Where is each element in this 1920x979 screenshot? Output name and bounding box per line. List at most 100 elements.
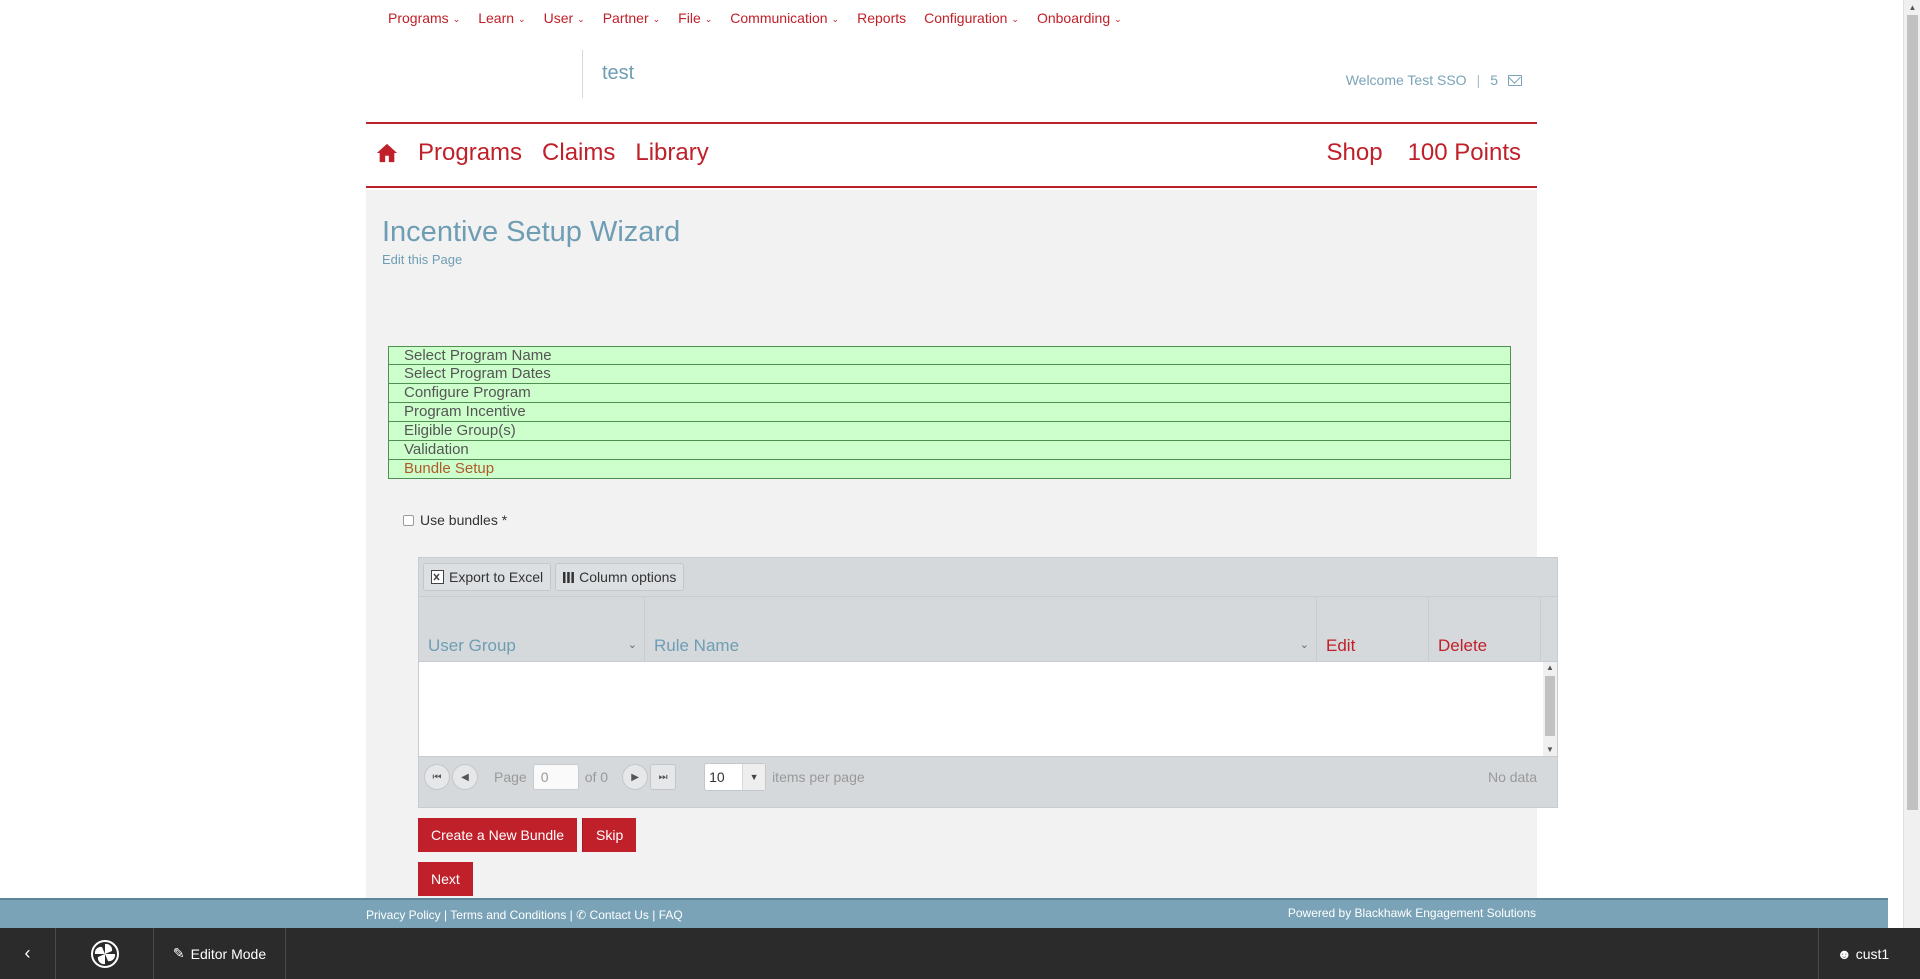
wizard-step-validation[interactable]: Validation (388, 441, 1511, 460)
phone-icon: ✆ (576, 908, 587, 922)
admin-menu-learn[interactable]: Learn ⌄ (478, 10, 525, 26)
admin-menu-label: Reports (857, 10, 907, 26)
page-scrollbar[interactable]: ▲ (1903, 0, 1920, 928)
use-bundles-checkbox[interactable] (403, 514, 414, 526)
create-bundle-button[interactable]: Create a New Bundle (418, 818, 578, 852)
admin-menu-label: Configuration (924, 10, 1008, 26)
chevron-down-icon: ⌄ (1011, 13, 1019, 24)
scroll-thumb[interactable] (1545, 676, 1555, 736)
admin-menu-programs[interactable]: Programs ⌄ (388, 10, 460, 26)
items-per-page-label: items per page (772, 769, 865, 785)
nav-library[interactable]: Library (635, 139, 708, 167)
logo-button[interactable] (56, 928, 154, 979)
scroll-up-icon[interactable]: ▲ (1904, 0, 1920, 15)
wizard-steps: Select Program Name Select Program Dates… (388, 346, 1511, 479)
export-excel-label: Export to Excel (449, 569, 544, 585)
admin-menu-label: Learn (478, 10, 515, 26)
editor-mode-button[interactable]: ✎ Editor Mode (154, 928, 286, 979)
scroll-down-icon[interactable]: ▼ (1543, 744, 1557, 756)
chevron-down-icon: ⌄ (652, 13, 661, 24)
admin-menu-communication[interactable]: Communication ⌄ (730, 10, 839, 26)
nav-programs[interactable]: Programs (418, 139, 522, 167)
site-name[interactable]: test (602, 62, 634, 85)
admin-menu-partner[interactable]: Partner ⌄ (603, 10, 660, 26)
welcome-area: Welcome Test SSO | 5 (1346, 72, 1522, 88)
first-page-icon[interactable]: ⏮ (424, 764, 450, 790)
page-label: Page (494, 769, 527, 785)
prev-page-icon[interactable]: ◀ (452, 764, 478, 790)
welcome-text[interactable]: Welcome Test SSO (1346, 72, 1467, 88)
envelope-icon[interactable] (1508, 74, 1522, 86)
user-menu[interactable]: ☻ cust1 (1818, 928, 1890, 979)
grid-body: ▲ ▼ (419, 662, 1557, 757)
page-total: of 0 (584, 769, 609, 785)
admin-menu-label: Programs (388, 10, 449, 26)
chevron-down-icon: ▼ (742, 764, 766, 790)
edit-page-link[interactable]: Edit this Page (382, 252, 462, 267)
terms-link[interactable]: Terms and Conditions (450, 908, 566, 922)
admin-menu-label: File (678, 10, 701, 26)
page-number-input[interactable]: 0 (532, 764, 579, 790)
admin-menu-label: Communication (730, 10, 828, 26)
pinwheel-icon (90, 939, 119, 968)
column-menu-icon[interactable]: ⌄ (1300, 638, 1309, 651)
privacy-link[interactable]: Privacy Policy (366, 908, 441, 922)
wizard-step-configure-program[interactable]: Configure Program (388, 384, 1511, 403)
wizard-step-program-incentive[interactable]: Program Incentive (388, 403, 1511, 422)
nav-claims[interactable]: Claims (542, 139, 615, 167)
header-divider (582, 50, 583, 98)
column-header-user-group[interactable]: User Group ⌄ (419, 597, 645, 661)
wizard-step-program-dates[interactable]: Select Program Dates (388, 365, 1511, 384)
user-name: cust1 (1855, 945, 1890, 962)
contact-link[interactable]: Contact Us (590, 908, 649, 922)
export-excel-button[interactable]: Export to Excel (423, 563, 552, 591)
wizard-step-bundle-setup[interactable]: Bundle Setup (388, 460, 1511, 479)
grid-header: User Group ⌄ Rule Name ⌄ Edit Delete (419, 597, 1557, 662)
admin-menu-user[interactable]: User ⌄ (544, 10, 585, 26)
bottom-bar: ‹ ✎ Editor Mode ☻ cust1 (0, 928, 1920, 979)
grid-pager: ⏮ ◀ Page 0 of 0 ▶ ⏭ 10 ▼ items per page … (419, 757, 1557, 797)
scroll-up-icon[interactable]: ▲ (1543, 662, 1557, 674)
column-options-button[interactable]: Column options (555, 563, 685, 591)
faq-link[interactable]: FAQ (659, 908, 683, 922)
admin-menu-label: User (543, 10, 574, 26)
column-header-edit: Edit (1317, 597, 1429, 661)
use-bundles-label: Use bundles * (420, 512, 508, 528)
excel-icon (431, 570, 444, 584)
footer: Privacy Policy | Terms and Conditions | … (0, 898, 1888, 928)
pager-status: No data (1487, 769, 1537, 785)
wizard-step-program-name[interactable]: Select Program Name (388, 346, 1511, 365)
collapse-button[interactable]: ‹ (0, 928, 56, 979)
chevron-down-icon: ⌄ (577, 13, 585, 24)
column-label[interactable]: Rule Name (654, 636, 739, 656)
last-page-icon[interactable]: ⏭ (650, 764, 677, 790)
footer-links: Privacy Policy | Terms and Conditions | … (366, 908, 683, 922)
chevron-down-icon: ⌄ (518, 13, 526, 24)
next-page-icon[interactable]: ▶ (622, 764, 649, 790)
admin-menu-label: Partner (602, 10, 649, 26)
chevron-down-icon: ⌄ (704, 13, 713, 24)
content-area: Incentive Setup Wizard Edit this Page Se… (366, 190, 1558, 898)
skip-button[interactable]: Skip (582, 818, 637, 852)
page-size-select[interactable]: 10 ▼ (704, 763, 767, 791)
main-nav: Programs Claims Library Shop 100 Points (366, 122, 1537, 188)
use-bundles-row: Use bundles * (403, 512, 507, 528)
column-label[interactable]: User Group (428, 636, 516, 656)
column-menu-icon[interactable]: ⌄ (628, 638, 637, 651)
admin-menu-reports[interactable]: Reports (857, 10, 906, 26)
user-icon: ☻ (1837, 945, 1852, 962)
admin-menu-configuration[interactable]: Configuration ⌄ (924, 10, 1019, 26)
home-icon[interactable] (376, 142, 398, 164)
message-count[interactable]: 5 (1490, 72, 1498, 88)
wizard-step-eligible-groups[interactable]: Eligible Group(s) (388, 422, 1511, 441)
admin-menu-file[interactable]: File ⌄ (678, 10, 712, 26)
admin-menu-label: Onboarding (1036, 10, 1111, 26)
page-title: Incentive Setup Wizard (382, 216, 681, 248)
page-scroll-thumb[interactable] (1907, 15, 1918, 810)
grid-scrollbar[interactable]: ▲ ▼ (1543, 662, 1557, 756)
nav-points[interactable]: 100 Points (1408, 139, 1521, 167)
next-button[interactable]: Next (418, 862, 473, 896)
admin-menu-onboarding[interactable]: Onboarding ⌄ (1037, 10, 1122, 26)
column-header-rule-name[interactable]: Rule Name ⌄ (645, 597, 1317, 661)
nav-shop[interactable]: Shop (1327, 139, 1383, 167)
